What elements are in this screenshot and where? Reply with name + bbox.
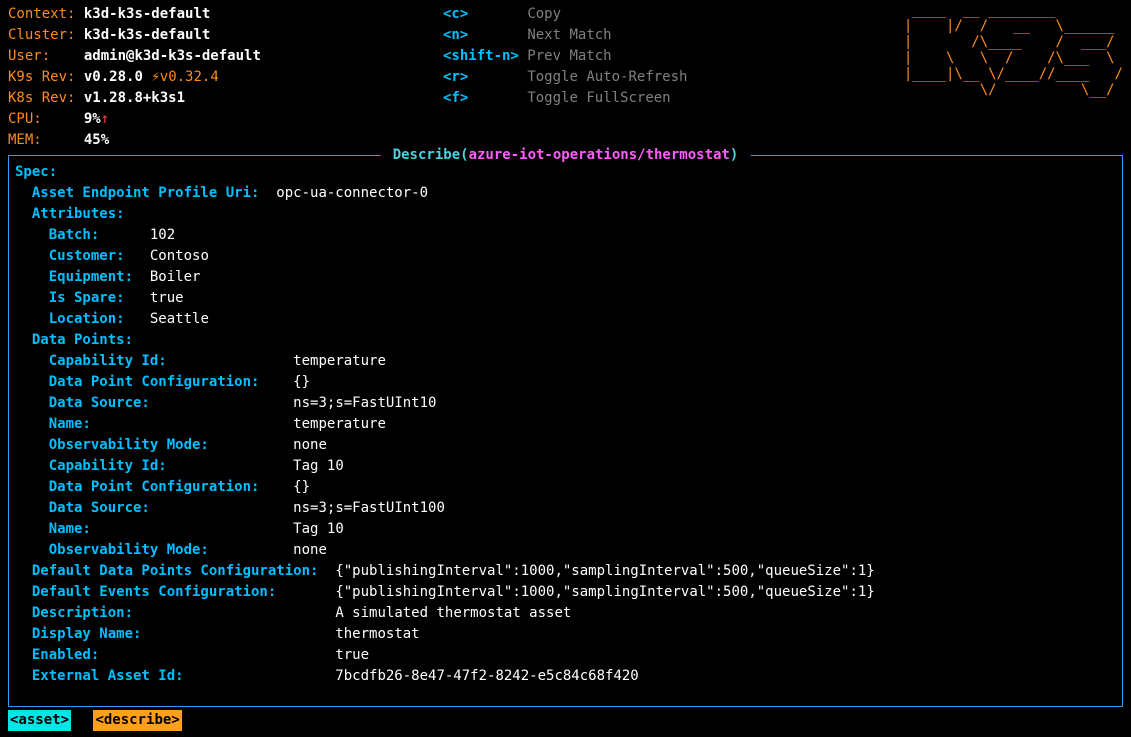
attr-equipment-value: Boiler [150,269,201,285]
dp-capid-value: temperature [293,353,386,369]
asset-ep-value: opc-ua-connector-0 [276,185,428,201]
key-action: Next Match [527,27,611,43]
dp-capid-label: Capability Id: [49,353,167,369]
panel-title: Describe(azure-iot-operations/thermostat… [380,145,750,166]
description-value: A simulated thermostat asset [335,605,571,621]
dp-obs-value: none [293,437,327,453]
keybinding-list: <c> Copy <n> Next Match <shift-n> Prev M… [443,4,883,151]
key-hint: <r> [443,69,468,85]
dp-config-label: Data Point Configuration: [49,374,260,390]
panel-title-close: ) [730,147,747,163]
k9srev-update: v0.32.4 [160,69,219,85]
k9srev-value: v0.28.0 [84,69,143,85]
enabled-label: Enabled: [32,647,99,663]
lightning-icon: ⚡ [151,69,159,85]
dp-name-label: Name: [49,416,91,432]
dp-capid-value: Tag 10 [293,458,344,474]
external-asset-id-label: External Asset Id: [32,668,184,684]
k8srev-label: K8s Rev: [8,90,75,106]
asset-ep-label: Asset Endpoint Profile Uri: [32,185,260,201]
attributes-label: Attributes: [32,206,125,222]
default-dp-config-label: Default Data Points Configuration: [32,563,319,579]
breadcrumb-describe[interactable]: <describe> [93,710,181,731]
default-ev-config-value: {"publishingInterval":1000,"samplingInte… [335,584,874,600]
attr-batch-value: 102 [150,227,175,243]
dp-source-label: Data Source: [49,395,150,411]
default-dp-config-value: {"publishingInterval":1000,"samplingInte… [335,563,874,579]
user-value: admin@k3d-k3s-default [84,48,261,64]
dp-name-value: Tag 10 [293,521,344,537]
key-hint: <f> [443,90,468,106]
context-label: Context: [8,6,75,22]
attr-equipment-label: Equipment: [49,269,133,285]
context-value: k3d-k3s-default [84,6,210,22]
cpu-label: CPU: [8,111,42,127]
attr-batch-label: Batch: [49,227,100,243]
dp-name-value: temperature [293,416,386,432]
key-action: Toggle Auto-Refresh [527,69,687,85]
dp-source-value: ns=3;s=FastUInt10 [293,395,436,411]
dp-obs-value: none [293,542,327,558]
description-label: Description: [32,605,133,621]
cluster-value: k3d-k3s-default [84,27,210,43]
breadcrumb-asset[interactable]: <asset> [8,710,71,731]
dp-source-label: Data Source: [49,500,150,516]
cpu-arrow-up-icon: ↑ [101,111,109,127]
datapoints-label: Data Points: [32,332,133,348]
dp-name-label: Name: [49,521,91,537]
panel-title-resource: azure-iot-operations/thermostat [469,147,730,163]
attr-isspare-value: true [150,290,184,306]
key-action: Prev Match [527,48,611,64]
key-action: Copy [527,6,561,22]
k9s-logo: ____ __ ________ | |/ / __ \______ | /\_… [904,2,1123,99]
default-ev-config-label: Default Events Configuration: [32,584,276,600]
key-action: Toggle FullScreen [527,90,670,106]
key-hint: <shift-n> [443,48,519,64]
dp-config-value: {} [293,374,310,390]
dp-config-value: {} [293,479,310,495]
mem-label: MEM: [8,132,42,148]
display-name-value: thermostat [335,626,419,642]
attr-location-label: Location: [49,311,125,327]
user-label: User: [8,48,50,64]
header-context-block: Context: k3d-k3s-default Cluster: k3d-k3… [8,4,443,151]
attr-isspare-label: Is Spare: [49,290,125,306]
k9srev-label: K9s Rev: [8,69,75,85]
dp-source-value: ns=3;s=FastUInt100 [293,500,445,516]
attr-customer-value: Contoso [150,248,209,264]
spec-heading: Spec: [15,164,57,180]
display-name-label: Display Name: [32,626,142,642]
dp-obs-label: Observability Mode: [49,437,209,453]
attr-customer-label: Customer: [49,248,125,264]
dp-config-label: Data Point Configuration: [49,479,260,495]
cluster-label: Cluster: [8,27,75,43]
key-hint: <n> [443,27,468,43]
describe-panel[interactable]: Describe(azure-iot-operations/thermostat… [8,155,1123,707]
mem-value: 45% [84,132,109,148]
k8srev-value: v1.28.8+k3s1 [84,90,185,106]
external-asset-id-value: 7bcdfb26-8e47-47f2-8242-e5c84c68f420 [335,668,638,684]
attr-location-value: Seattle [150,311,209,327]
dp-capid-label: Capability Id: [49,458,167,474]
dp-obs-label: Observability Mode: [49,542,209,558]
breadcrumb: <asset> <describe> [8,710,196,731]
key-hint: <c> [443,6,468,22]
cpu-value: 9% [84,111,101,127]
panel-title-verb: Describe [384,147,460,163]
enabled-value: true [335,647,369,663]
